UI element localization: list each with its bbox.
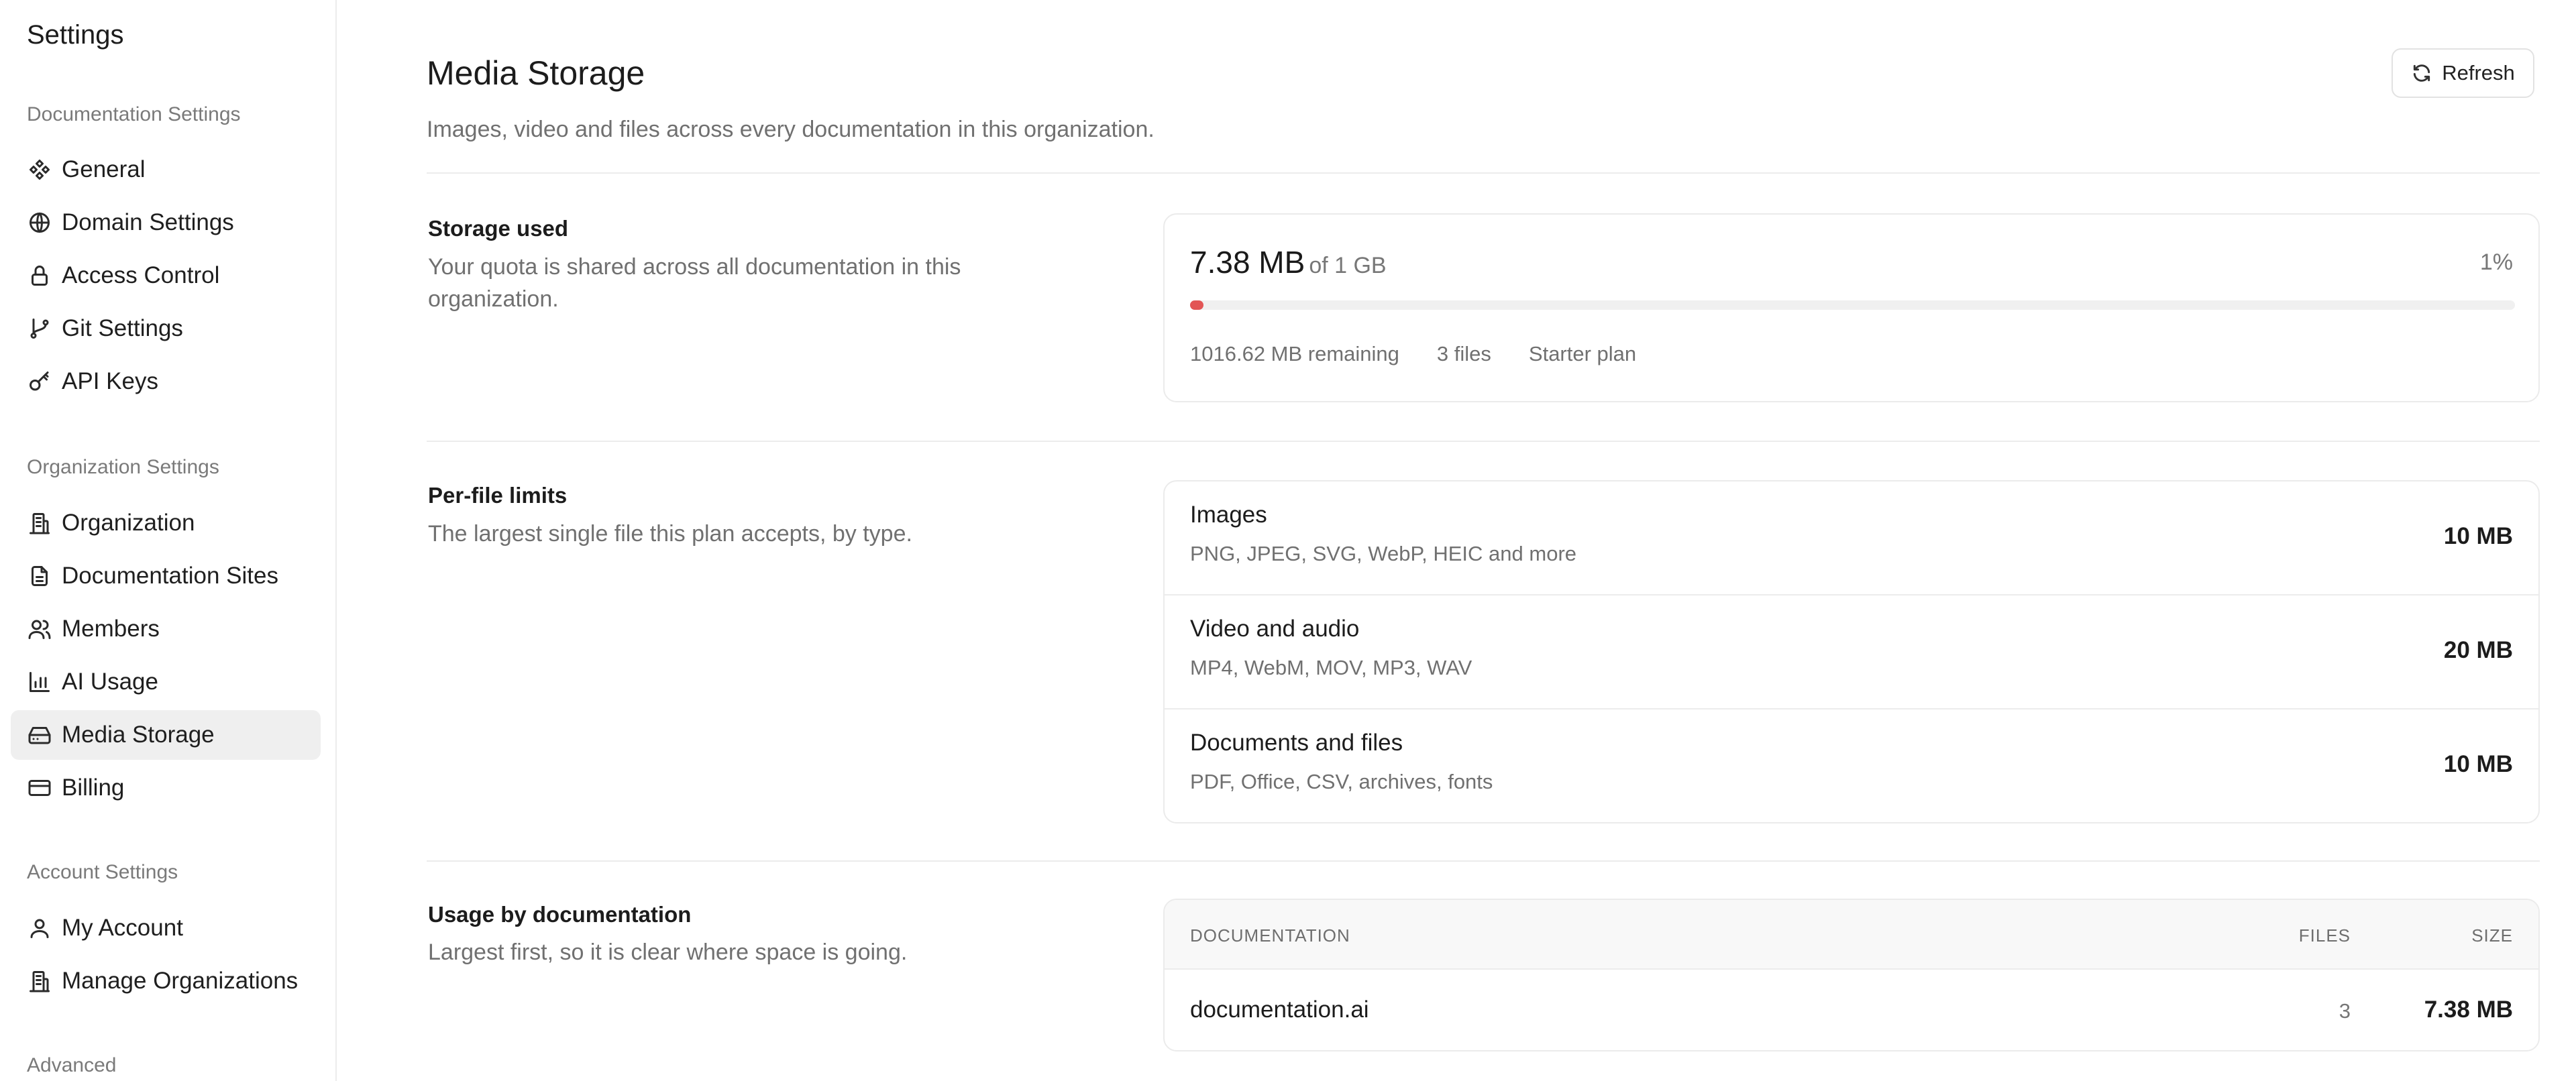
sidebar-item-api-keys[interactable]: API Keys — [11, 357, 321, 406]
sidebar-item-access-control[interactable]: Access Control — [11, 251, 321, 300]
storage-card: 7.38 MB of 1 GB 1% 1016.62 MB remaining 3… — [1163, 213, 2540, 402]
globe-icon — [27, 210, 52, 235]
limits-section-title: Per-file limits — [428, 483, 568, 508]
storage-remaining: 1016.62 MB remaining — [1190, 342, 1399, 365]
sidebar-item-domain-settings[interactable]: Domain Settings — [11, 198, 321, 247]
document-icon — [27, 563, 52, 589]
storage-used-value: 7.38 MB — [1190, 245, 1305, 280]
main-content: Media Storage Images, video and files ac… — [427, 0, 2540, 1081]
sidebar-item-label: Members — [62, 616, 160, 642]
sidebar-item-label: Access Control — [62, 262, 220, 288]
sidebar-item-label: Domain Settings — [62, 209, 234, 235]
section-account-settings: Account Settings — [27, 861, 178, 883]
git-branch-icon — [27, 316, 52, 341]
user-icon — [27, 915, 52, 941]
limits-card: Images PNG, JPEG, SVG, WebP, HEIC and mo… — [1163, 480, 2540, 823]
storage-progress-bar — [1190, 300, 2515, 310]
documentation-name: documentation.ai — [1190, 997, 1369, 1023]
refresh-label: Refresh — [2442, 61, 2515, 84]
hard-drive-icon — [27, 722, 52, 748]
storage-progress-fill — [1190, 300, 1203, 310]
section-documentation-settings: Documentation Settings — [27, 103, 241, 125]
sidebar-item-label: My Account — [62, 915, 183, 941]
limits-section-description: The largest single file this plan accept… — [428, 521, 912, 547]
limit-size: 10 MB — [2443, 751, 2513, 777]
sidebar-item-label: Billing — [62, 775, 125, 801]
sidebar-item-label: Media Storage — [62, 722, 215, 748]
page-subtitle: Images, video and files across every doc… — [427, 117, 1155, 142]
sidebar-item-git-settings[interactable]: Git Settings — [11, 304, 321, 353]
storage-used: 7.38 MB of 1 GB — [1190, 244, 1387, 280]
bar-chart-icon — [27, 669, 52, 695]
limit-size: 10 MB — [2443, 523, 2513, 549]
sidebar-item-documentation-sites[interactable]: Documentation Sites — [11, 551, 321, 601]
section-advanced: Advanced — [27, 1054, 117, 1076]
storage-section-description: Your quota is shared across all document… — [428, 254, 961, 312]
credit-card-icon — [27, 775, 52, 801]
documentation-size: 7.38 MB — [2424, 997, 2513, 1023]
documentation-file-count: 3 — [2339, 999, 2351, 1023]
building-icon — [27, 968, 52, 994]
limit-size: 20 MB — [2443, 637, 2513, 663]
sidebar-item-label: Organization — [62, 510, 195, 536]
page-title: Media Storage — [427, 54, 645, 92]
column-header-size[interactable]: SIZE — [2471, 925, 2513, 946]
limit-types: MP4, WebM, MOV, MP3, WAV — [1190, 656, 1472, 679]
table-row[interactable]: documentation.ai 3 7.38 MB — [1165, 970, 2538, 1050]
storage-plan: Starter plan — [1528, 342, 1637, 365]
sidebar-item-my-account[interactable]: My Account — [11, 903, 321, 953]
refresh-button[interactable]: Refresh — [2392, 48, 2534, 98]
sidebar-item-members[interactable]: Members — [11, 604, 321, 654]
storage-meta: 1016.62 MB remaining 3 files Starter pla… — [1190, 342, 1636, 366]
divider — [427, 860, 2540, 862]
sidebar-item-organization[interactable]: Organization — [11, 498, 321, 548]
section-organization-settings: Organization Settings — [27, 456, 219, 478]
limit-types: PDF, Office, CSV, archives, fonts — [1190, 770, 1493, 793]
limit-row: Images PNG, JPEG, SVG, WebP, HEIC and mo… — [1165, 481, 2538, 595]
limit-types: PNG, JPEG, SVG, WebP, HEIC and more — [1190, 542, 1577, 565]
sidebar-item-label: Git Settings — [62, 315, 183, 341]
divider — [427, 441, 2540, 442]
limit-row: Documents and files PDF, Office, CSV, ar… — [1165, 709, 2538, 822]
sidebar-item-label: Manage Organizations — [62, 968, 299, 994]
divider — [427, 172, 2540, 174]
settings-sidebar: Settings Documentation Settings General … — [0, 0, 337, 1081]
sidebar-item-label: API Keys — [62, 368, 158, 394]
sidebar-item-label: Documentation Sites — [62, 563, 278, 589]
storage-section-title: Storage used — [428, 216, 569, 241]
usage-section-title: Usage by documentation — [428, 902, 692, 927]
sidebar-item-label: AI Usage — [62, 669, 158, 695]
storage-file-count: 3 files — [1436, 342, 1491, 365]
column-header-files[interactable]: FILES — [2299, 925, 2351, 946]
storage-percent: 1% — [2479, 249, 2513, 275]
users-icon — [27, 616, 52, 642]
storage-quota: of 1 GB — [1309, 253, 1387, 278]
usage-table: DOCUMENTATION FILES SIZE documentation.a… — [1163, 899, 2540, 1051]
lock-icon — [27, 263, 52, 288]
sidebar-item-billing[interactable]: Billing — [11, 763, 321, 813]
limit-name: Video and audio — [1190, 616, 1360, 642]
sidebar-item-manage-organizations[interactable]: Manage Organizations — [11, 956, 321, 1006]
limit-row: Video and audio MP4, WebM, MOV, MP3, WAV… — [1165, 595, 2538, 709]
sidebar-item-label: General — [62, 156, 146, 182]
sidebar-item-media-storage[interactable]: Media Storage — [11, 710, 321, 760]
usage-section-description: Largest first, so it is clear where spac… — [428, 940, 908, 965]
sidebar-item-ai-usage[interactable]: AI Usage — [11, 657, 321, 707]
sidebar-title: Settings — [27, 20, 124, 50]
key-icon — [27, 369, 52, 394]
sidebar-item-general[interactable]: General — [11, 145, 321, 194]
table-header: DOCUMENTATION FILES SIZE — [1165, 900, 2538, 970]
column-header-documentation[interactable]: DOCUMENTATION — [1190, 925, 1350, 946]
refresh-icon — [2411, 62, 2432, 84]
building-icon — [27, 510, 52, 536]
general-icon — [27, 157, 52, 182]
limit-name: Images — [1190, 502, 1267, 528]
limit-name: Documents and files — [1190, 730, 1403, 756]
